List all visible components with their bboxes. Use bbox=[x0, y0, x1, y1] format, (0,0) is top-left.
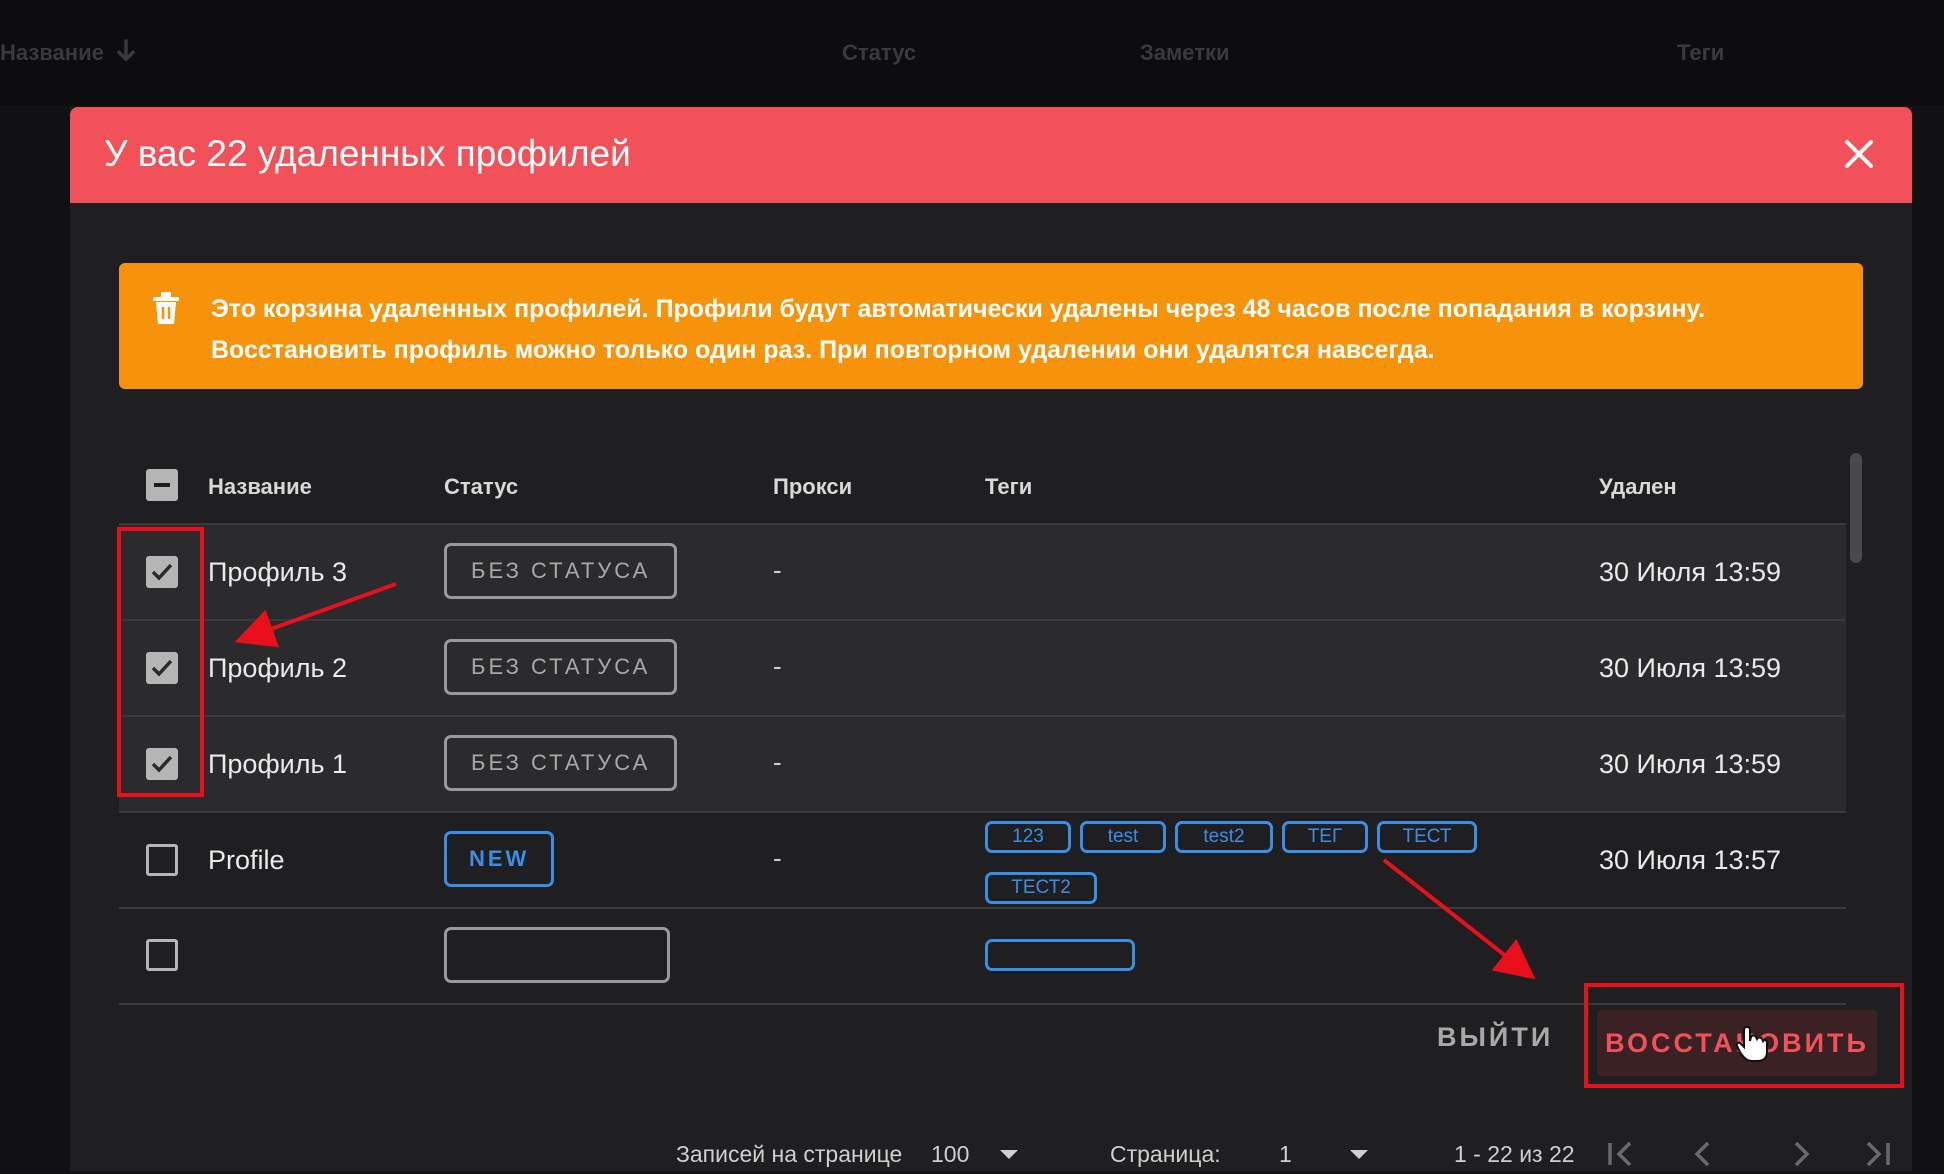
row-checkbox[interactable] bbox=[146, 939, 178, 971]
col-header-proxy[interactable]: Прокси bbox=[773, 474, 852, 500]
per-page-select[interactable]: 100 bbox=[931, 1141, 969, 1168]
tag-chip[interactable]: 123 bbox=[985, 821, 1071, 853]
alert-line-1: Это корзина удаленных профилей. Профили … bbox=[211, 295, 1706, 323]
table-header: Название Статус Прокси Теги Удален bbox=[119, 447, 1846, 525]
deleted-date: 30 Июля 13:59 bbox=[1599, 653, 1782, 683]
tag-chip[interactable]: test bbox=[1080, 821, 1166, 853]
col-header-name[interactable]: Название bbox=[208, 474, 312, 500]
last-page-icon[interactable] bbox=[1858, 1134, 1898, 1174]
table-row[interactable]: Профиль 3 БЕЗ СТАТУСА - 30 Июля 13:59 bbox=[119, 525, 1846, 621]
bg-col-tags: Теги bbox=[1677, 40, 1725, 65]
bg-col-name: Название bbox=[0, 40, 104, 65]
trash-icon bbox=[153, 292, 179, 324]
per-page-label: Записей на странице bbox=[676, 1141, 903, 1167]
table-row[interactable]: Профиль 1 БЕЗ СТАТУСА - 30 Июля 13:59 bbox=[119, 717, 1846, 813]
dropdown-caret-icon[interactable] bbox=[996, 1143, 1022, 1165]
dialog-title: У вас 22 удаленных профилей bbox=[104, 133, 631, 174]
alert-text: Это корзина удаленных профилей. Профили … bbox=[211, 289, 1841, 371]
dialog-header: У вас 22 удаленных профилей bbox=[70, 107, 1912, 203]
restore-button[interactable]: ВОССТАНОВИТЬ bbox=[1597, 1010, 1877, 1076]
proxy-value: - bbox=[773, 651, 782, 681]
page-label: Страница: bbox=[1110, 1141, 1221, 1167]
trash-warning-alert: Это корзина удаленных профилей. Профили … bbox=[119, 263, 1863, 389]
row-checkbox[interactable] bbox=[146, 652, 178, 684]
dropdown-caret-icon[interactable] bbox=[1346, 1143, 1372, 1165]
table-scrollbar[interactable] bbox=[1850, 453, 1862, 563]
prev-page-icon[interactable] bbox=[1683, 1134, 1723, 1174]
deleted-date: 30 Июля 13:57 bbox=[1599, 845, 1782, 875]
background-table-header: Название Статус Заметки Теги bbox=[0, 0, 1944, 105]
col-header-deleted[interactable]: Удален bbox=[1599, 474, 1677, 500]
table-row-partial[interactable] bbox=[119, 909, 1846, 1005]
status-badge[interactable]: NEW bbox=[444, 831, 555, 887]
page-select[interactable]: 1 bbox=[1279, 1141, 1292, 1168]
deleted-profiles-dialog: У вас 22 удаленных профилей Это корзина … bbox=[70, 107, 1912, 1171]
profile-name: Профиль 1 bbox=[208, 749, 348, 779]
profile-name: Профиль 3 bbox=[208, 557, 348, 587]
status-badge[interactable]: БЕЗ СТАТУСА bbox=[444, 735, 678, 791]
deleted-date: 30 Июля 13:59 bbox=[1599, 557, 1782, 587]
profile-name: Профиль 2 bbox=[208, 653, 348, 683]
next-page-icon[interactable] bbox=[1781, 1134, 1821, 1174]
deleted-date: 30 Июля 13:59 bbox=[1599, 749, 1782, 779]
checkbox-indeterminate-icon bbox=[154, 483, 170, 487]
checkmark-icon bbox=[151, 659, 173, 677]
close-icon[interactable] bbox=[1836, 131, 1882, 177]
first-page-icon[interactable] bbox=[1600, 1134, 1640, 1174]
col-header-status[interactable]: Статус bbox=[444, 474, 518, 500]
exit-button[interactable]: ВЫЙТИ bbox=[1437, 1022, 1553, 1053]
status-badge[interactable]: БЕЗ СТАТУСА bbox=[444, 639, 678, 695]
sort-down-icon bbox=[116, 39, 136, 62]
deleted-profiles-table: Название Статус Прокси Теги Удален Профи… bbox=[119, 447, 1846, 1057]
checkmark-icon bbox=[151, 563, 173, 581]
row-checkbox[interactable] bbox=[146, 844, 178, 876]
bg-col-status: Статус bbox=[842, 40, 917, 65]
tag-chip[interactable]: ТЕСТ bbox=[1377, 821, 1477, 853]
profile-name: Profile bbox=[208, 845, 285, 875]
select-all-checkbox[interactable] bbox=[146, 469, 178, 501]
bg-col-notes: Заметки bbox=[1140, 40, 1230, 65]
col-header-tags[interactable]: Теги bbox=[985, 474, 1032, 500]
tag-chip[interactable]: ТЕСТ2 bbox=[985, 872, 1097, 904]
row-checkbox[interactable] bbox=[146, 556, 178, 588]
alert-line-2: Восстановить профиль можно только один р… bbox=[211, 336, 1435, 364]
tag-chip[interactable] bbox=[985, 939, 1135, 971]
row-checkbox[interactable] bbox=[146, 748, 178, 780]
table-row[interactable]: Profile NEW - 123 test test2 ТЕГ ТЕСТ ТЕ… bbox=[119, 813, 1846, 909]
checkmark-icon bbox=[151, 755, 173, 773]
tag-chip[interactable]: test2 bbox=[1175, 821, 1273, 853]
page-range: 1 - 22 из 22 bbox=[1454, 1141, 1575, 1167]
tag-chip[interactable]: ТЕГ bbox=[1282, 821, 1368, 853]
status-badge[interactable]: БЕЗ СТАТУСА bbox=[444, 543, 678, 599]
table-row[interactable]: Профиль 2 БЕЗ СТАТУСА - 30 Июля 13:59 bbox=[119, 621, 1846, 717]
status-badge[interactable] bbox=[444, 927, 670, 983]
proxy-value: - bbox=[773, 555, 782, 585]
proxy-value: - bbox=[773, 843, 782, 873]
proxy-value: - bbox=[773, 747, 782, 777]
